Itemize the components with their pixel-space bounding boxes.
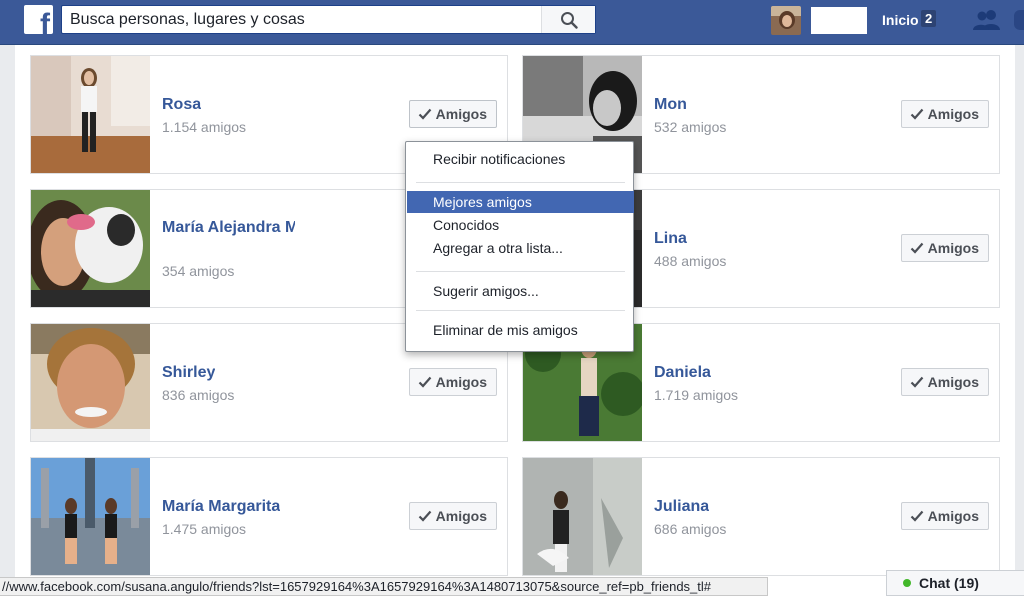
search-box [61,5,596,34]
check-icon [910,242,923,254]
friend-count[interactable]: 836 amigos [162,387,234,403]
friends-button[interactable]: Amigos [900,368,989,396]
friends-button-label: Amigos [435,374,487,390]
friend-name[interactable]: Lina [654,230,687,248]
menu-item-notifications[interactable]: Recibir notificaciones [407,148,634,170]
friend-requests-icon[interactable] [972,8,1002,32]
menu-divider [416,182,625,183]
friends-button[interactable]: Amigos [900,100,989,128]
check-icon [910,510,923,522]
friend-photo[interactable] [523,458,642,575]
friend-options-menu: Recibir notificaciones Mejores amigos Co… [405,141,634,352]
chat-label: Chat (19) [919,575,979,591]
browser-status-url: //www.facebook.com/susana.angulo/friends… [0,577,768,596]
chat-tab[interactable]: Chat (19) [886,570,1024,596]
profile-name-box[interactable] [811,7,867,34]
check-icon [910,108,923,120]
messages-icon[interactable] [1014,10,1024,30]
search-icon [560,11,578,29]
friends-button[interactable]: Amigos [408,368,497,396]
friend-count[interactable]: 1.719 amigos [654,387,738,403]
friends-button[interactable]: Amigos [900,502,989,530]
friend-card: María Margarita 1.475 amigos Amigos [30,457,508,576]
friend-photo[interactable] [31,56,150,173]
search-button[interactable] [541,6,595,33]
friend-name[interactable]: María Margarita [162,498,280,516]
check-icon [418,376,431,388]
menu-item-add-to-list[interactable]: Agregar a otra lista... [407,237,634,259]
friend-name[interactable]: Daniela [654,364,711,382]
friends-button-label: Amigos [435,508,487,524]
friend-photo[interactable] [31,324,150,441]
friend-name[interactable]: Mon [654,96,687,114]
check-icon [418,108,431,120]
facebook-logo-icon[interactable]: f [24,5,53,34]
menu-item-suggest-friends[interactable]: Sugerir amigos... [407,280,634,302]
friends-button-label: Amigos [927,508,979,524]
home-count-badge: 2 [921,10,937,27]
friend-count[interactable]: 532 amigos [654,119,726,135]
friends-button[interactable]: Amigos [408,100,497,128]
friend-name[interactable]: Shirley [162,364,215,382]
friend-count[interactable]: 488 amigos [654,253,726,269]
menu-item-acquaintances[interactable]: Conocidos [407,214,634,236]
friends-button-label: Amigos [927,374,979,390]
menu-divider [416,271,625,272]
friend-name[interactable]: Juliana [654,498,709,516]
friends-button-label: Amigos [927,106,979,122]
check-icon [418,510,431,522]
friend-card: Juliana 686 amigos Amigos [522,457,1000,576]
friends-button-label: Amigos [435,106,487,122]
top-bar: f Inicio 2 [0,0,1024,45]
friend-count[interactable]: 1.154 amigos [162,119,246,135]
friend-count[interactable]: 1.475 amigos [162,521,246,537]
menu-item-close-friends[interactable]: Mejores amigos [407,191,634,213]
friends-button[interactable]: Amigos [408,502,497,530]
friend-count[interactable]: 354 amigos [162,263,234,279]
online-dot-icon [903,579,911,587]
friends-button[interactable]: Amigos [900,234,989,262]
menu-divider [416,310,625,311]
nav-home-link[interactable]: Inicio [882,12,919,28]
friend-name[interactable]: Rosa [162,96,201,114]
friend-name[interactable]: María Alejandra M [162,219,295,237]
friend-count[interactable]: 686 amigos [654,521,726,537]
search-input[interactable] [62,6,542,33]
check-icon [910,376,923,388]
profile-avatar[interactable] [771,6,801,35]
friends-button-label: Amigos [927,240,979,256]
friend-photo[interactable] [31,458,150,575]
menu-item-unfriend[interactable]: Eliminar de mis amigos [407,319,634,341]
friend-photo[interactable] [31,190,150,307]
